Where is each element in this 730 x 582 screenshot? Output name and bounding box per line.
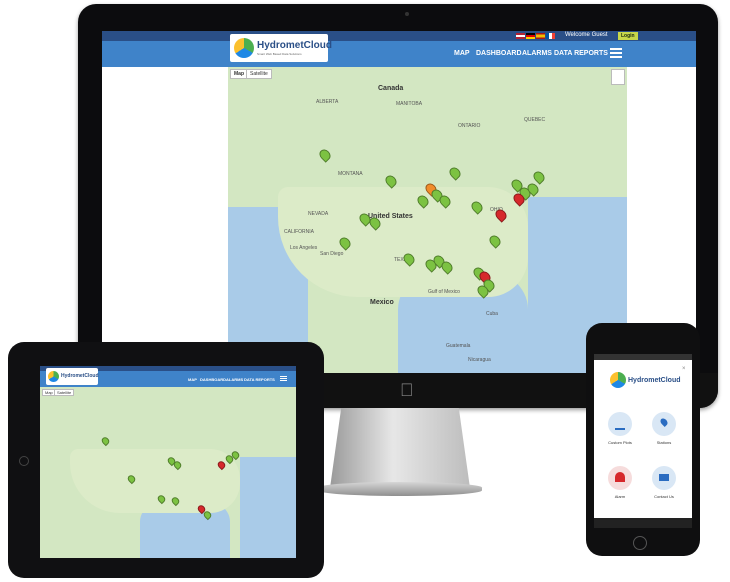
label-gulf: Gulf of Mexico bbox=[428, 289, 460, 295]
flag-es-icon[interactable] bbox=[536, 33, 545, 39]
custom-plots-label: Custom Plots bbox=[608, 440, 632, 445]
alarm-label: Alarm bbox=[614, 494, 626, 499]
login-button[interactable]: Login bbox=[618, 32, 638, 40]
custom-plots-button[interactable] bbox=[608, 412, 632, 436]
label-ontario: ONTARIO bbox=[458, 123, 481, 129]
phone-status-bar bbox=[594, 354, 692, 360]
phone-nav-bar bbox=[594, 518, 692, 528]
label-san-diego: San Diego bbox=[320, 251, 344, 257]
tablet-map-view[interactable]: Map Satellite bbox=[40, 387, 296, 558]
tablet-nav-data-reports[interactable]: DATA REPORTS bbox=[244, 377, 275, 382]
street-view-pegman-icon[interactable] bbox=[611, 69, 625, 85]
label-los-angeles: Los Angeles bbox=[290, 245, 318, 251]
label-montana: MONTANA bbox=[338, 171, 363, 177]
station-marker[interactable] bbox=[447, 165, 463, 181]
label-california: CALIFORNIA bbox=[284, 229, 315, 235]
station-marker[interactable] bbox=[100, 435, 111, 447]
monitor-screen: Welcome Guest Login HydrometCloud Smart … bbox=[102, 31, 696, 373]
hamburger-menu-icon[interactable] bbox=[610, 48, 622, 58]
stations-button[interactable] bbox=[652, 412, 676, 436]
nav-alarms[interactable]: ALARMS bbox=[522, 50, 552, 57]
bar-chart-icon bbox=[615, 420, 625, 430]
monitor-stand-base bbox=[318, 482, 482, 496]
phone-logo-text: HydrometCloud bbox=[628, 377, 681, 384]
alarm-button[interactable] bbox=[608, 466, 632, 490]
logo-text: HydrometCloud bbox=[257, 40, 332, 51]
contact-us-button[interactable] bbox=[652, 466, 676, 490]
monitor-camera bbox=[405, 12, 409, 16]
logo-tagline: Smart Web Based Data Solutions bbox=[257, 52, 302, 56]
tablet-land-usa bbox=[70, 449, 240, 513]
phone-screen: HydrometCloud × Custom Plots Stations Al… bbox=[594, 354, 692, 528]
label-nicaragua: Nicaragua bbox=[468, 357, 491, 363]
tablet-map-type-satellite[interactable]: Satellite bbox=[54, 389, 75, 396]
contact-us-label: Contact Us bbox=[654, 494, 674, 499]
flag-us-icon[interactable] bbox=[516, 33, 525, 39]
tablet-atlantic bbox=[240, 457, 296, 558]
tablet-nav-alarms[interactable]: ALARMS bbox=[226, 377, 243, 382]
flag-fr-icon[interactable] bbox=[546, 33, 555, 39]
label-quebec: QUEBEC bbox=[524, 117, 546, 123]
tablet-logo-text: HydrometCloud bbox=[61, 373, 99, 379]
nav-map[interactable]: MAP bbox=[454, 50, 470, 57]
monitor-stand bbox=[330, 408, 470, 488]
phone-logo-icon bbox=[610, 372, 626, 388]
envelope-icon bbox=[659, 474, 669, 481]
label-mexico: Mexico bbox=[370, 299, 394, 306]
map-pin-icon bbox=[659, 417, 669, 427]
tablet-hamburger-icon[interactable] bbox=[280, 376, 287, 381]
logo[interactable]: HydrometCloud Smart Web Based Data Solut… bbox=[230, 34, 332, 62]
label-nevada: NEVADA bbox=[308, 211, 329, 217]
stations-label: Stations bbox=[656, 440, 672, 445]
label-alberta: ALBERTA bbox=[316, 99, 339, 105]
label-guatemala: Guatemala bbox=[446, 343, 471, 349]
tablet-nav-dashboard[interactable]: DASHBOARD bbox=[200, 377, 226, 382]
tablet-camera bbox=[19, 456, 29, 466]
phone-home-button[interactable] bbox=[633, 536, 647, 550]
nav-dashboard[interactable]: DASHBOARD bbox=[476, 50, 522, 57]
logo-icon bbox=[234, 38, 254, 58]
tablet-logo-icon bbox=[48, 371, 59, 382]
language-flags[interactable] bbox=[516, 33, 556, 39]
phone-close-icon[interactable]: × bbox=[682, 366, 686, 372]
tablet-logo[interactable]: HydrometCloud bbox=[46, 368, 99, 385]
tablet-screen: HydrometCloud MAP DASHBOARD ALARMS DATA … bbox=[40, 366, 296, 558]
alarm-light-icon bbox=[615, 472, 625, 482]
apple-logo-icon:  bbox=[400, 380, 414, 401]
nav-data-reports[interactable]: DATA REPORTS bbox=[554, 50, 608, 57]
welcome-text: Welcome Guest bbox=[565, 32, 608, 38]
label-cuba: Cuba bbox=[486, 311, 498, 317]
map-type-satellite[interactable]: Satellite bbox=[246, 69, 272, 79]
station-marker[interactable] bbox=[317, 147, 333, 163]
label-manitoba: MANITOBA bbox=[396, 101, 423, 107]
map-view[interactable]: Map Satellite Canada ALBERTA MANITOBA ON… bbox=[228, 67, 627, 373]
tablet-nav-map[interactable]: MAP bbox=[188, 377, 197, 382]
flag-de-icon[interactable] bbox=[526, 33, 535, 39]
label-canada: Canada bbox=[378, 85, 404, 92]
